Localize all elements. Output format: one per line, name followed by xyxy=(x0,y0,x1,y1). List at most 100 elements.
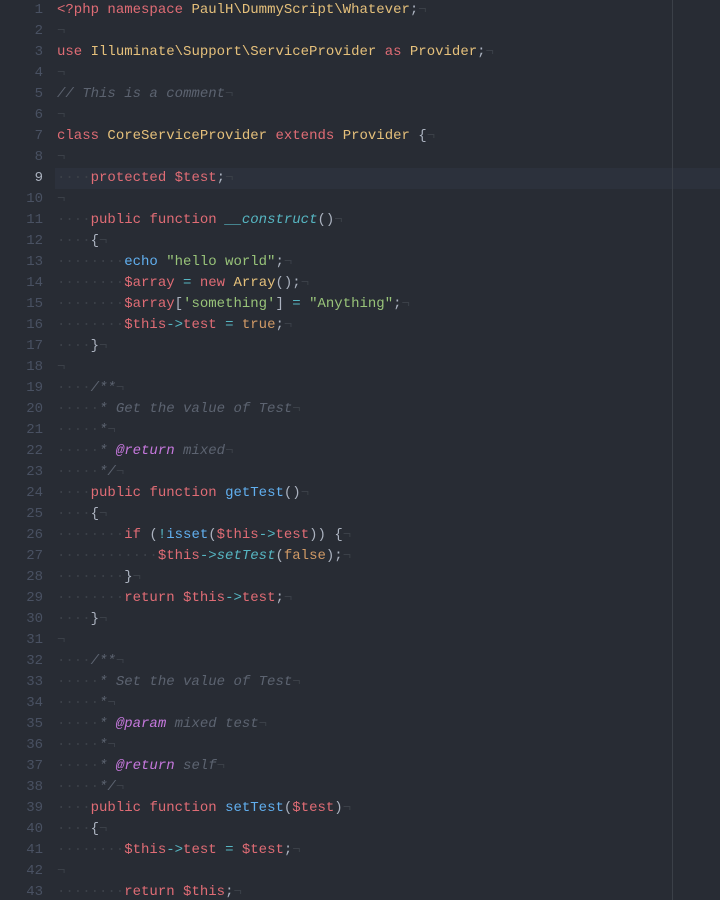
token-ws: ····· xyxy=(57,422,99,438)
code-line[interactable]: ····}¬ xyxy=(55,609,720,630)
code-line[interactable]: ¬ xyxy=(55,357,720,378)
code-line[interactable]: ·····* @return self¬ xyxy=(55,756,720,777)
token-kw2: <?php xyxy=(57,2,99,18)
token-ws: ········ xyxy=(57,317,124,333)
code-line[interactable]: ¬ xyxy=(55,861,720,882)
token-cls: CoreServiceProvider xyxy=(107,128,267,144)
code-line[interactable]: ¬ xyxy=(55,189,720,210)
code-line[interactable]: class CoreServiceProvider extends Provid… xyxy=(55,126,720,147)
code-line[interactable]: ····{¬ xyxy=(55,504,720,525)
code-area[interactable]: <?php namespace PaulH\DummyScript\Whatev… xyxy=(55,0,720,900)
code-editor[interactable]: 1234567891011121314151617181920212223242… xyxy=(0,0,720,900)
token-prop: test xyxy=(276,527,310,543)
token-doc: */ xyxy=(99,779,116,795)
line-number: 24 xyxy=(0,483,43,504)
code-line[interactable]: ····{¬ xyxy=(55,231,720,252)
token-op: -> xyxy=(225,590,242,606)
code-line[interactable]: ········if (!isset($this->test)) {¬ xyxy=(55,525,720,546)
token-ws: ¬ xyxy=(343,527,351,543)
token-punc: ) xyxy=(334,800,342,816)
code-line[interactable]: ····/**¬ xyxy=(55,378,720,399)
token-kw2: function xyxy=(149,212,216,228)
token-prop: test xyxy=(183,842,217,858)
token-ws: ¬ xyxy=(225,170,233,186)
token-cls: Provider xyxy=(410,44,477,60)
code-line[interactable]: ·····* @return mixed¬ xyxy=(55,441,720,462)
code-line[interactable]: ·····*/¬ xyxy=(55,462,720,483)
code-line[interactable]: ········$this->test = $test;¬ xyxy=(55,840,720,861)
token-ws: ····· xyxy=(57,758,99,774)
code-line[interactable]: ········return $this->test;¬ xyxy=(55,588,720,609)
token-punc xyxy=(217,212,225,228)
code-line[interactable]: ¬ xyxy=(55,21,720,42)
code-line[interactable]: ¬ xyxy=(55,630,720,651)
code-line[interactable]: ········}¬ xyxy=(55,567,720,588)
line-number: 14 xyxy=(0,273,43,294)
line-number: 13 xyxy=(0,252,43,273)
token-punc xyxy=(175,884,183,900)
token-punc xyxy=(233,842,241,858)
token-kw2: protected xyxy=(91,170,167,186)
line-number: 30 xyxy=(0,609,43,630)
code-line[interactable]: <?php namespace PaulH\DummyScript\Whatev… xyxy=(55,0,720,21)
token-punc: { xyxy=(91,506,99,522)
line-number: 39 xyxy=(0,798,43,819)
token-ws: ········ xyxy=(57,296,124,312)
code-line[interactable]: ····protected $test;¬ xyxy=(55,168,720,189)
code-line[interactable]: ¬ xyxy=(55,147,720,168)
code-line[interactable]: ·····*¬ xyxy=(55,420,720,441)
code-line[interactable]: ·····*¬ xyxy=(55,693,720,714)
line-number: 29 xyxy=(0,588,43,609)
code-line[interactable]: ····public function setTest($test)¬ xyxy=(55,798,720,819)
token-kw2: if xyxy=(124,527,141,543)
line-number: 26 xyxy=(0,525,43,546)
line-number: 27 xyxy=(0,546,43,567)
token-ws: ¬ xyxy=(292,842,300,858)
token-ws: ············ xyxy=(57,548,158,564)
code-line[interactable]: ········return $this;¬ xyxy=(55,882,720,900)
code-line[interactable]: ¬ xyxy=(55,63,720,84)
token-kw2: function xyxy=(149,485,216,501)
code-line[interactable]: ·····* Get the value of Test¬ xyxy=(55,399,720,420)
line-number: 7 xyxy=(0,126,43,147)
code-line[interactable]: ····{¬ xyxy=(55,819,720,840)
code-line[interactable]: ········$array = new Array();¬ xyxy=(55,273,720,294)
code-line[interactable]: ·····* Set the value of Test¬ xyxy=(55,672,720,693)
line-number: 3 xyxy=(0,42,43,63)
token-ws: ········ xyxy=(57,254,124,270)
token-doc: * xyxy=(99,443,116,459)
code-line[interactable]: ····/**¬ xyxy=(55,651,720,672)
code-line[interactable]: ·····*¬ xyxy=(55,735,720,756)
line-number: 41 xyxy=(0,840,43,861)
code-line[interactable]: // This is a comment¬ xyxy=(55,84,720,105)
line-number: 9 xyxy=(0,168,43,189)
line-number: 18 xyxy=(0,357,43,378)
code-line[interactable]: ············$this->setTest(false);¬ xyxy=(55,546,720,567)
code-line[interactable]: ········$this->test = true;¬ xyxy=(55,315,720,336)
code-line[interactable]: ····public function __construct()¬ xyxy=(55,210,720,231)
token-ws: ···· xyxy=(57,338,91,354)
code-line[interactable]: ¬ xyxy=(55,105,720,126)
token-ws: ¬ xyxy=(116,779,124,795)
token-punc xyxy=(334,128,342,144)
code-line[interactable]: ·····*/¬ xyxy=(55,777,720,798)
code-line[interactable]: ····public function getTest()¬ xyxy=(55,483,720,504)
token-fn: echo xyxy=(124,254,158,270)
token-ws: ········ xyxy=(57,590,124,606)
token-ws: ········ xyxy=(57,569,124,585)
token-ws: ¬ xyxy=(99,821,107,837)
line-number: 2 xyxy=(0,21,43,42)
line-number: 28 xyxy=(0,567,43,588)
token-ws: ····· xyxy=(57,674,99,690)
token-tag: @return xyxy=(116,443,175,459)
code-line[interactable]: ·····* @param mixed test¬ xyxy=(55,714,720,735)
code-line[interactable]: ········$array['something'] = "Anything"… xyxy=(55,294,720,315)
code-line[interactable]: ········echo "hello world";¬ xyxy=(55,252,720,273)
token-doc: * xyxy=(99,758,116,774)
code-line[interactable]: ····}¬ xyxy=(55,336,720,357)
token-punc: ( xyxy=(275,548,283,564)
token-ws: ¬ xyxy=(107,422,115,438)
token-ws: ¬ xyxy=(57,632,65,648)
code-line[interactable]: use Illuminate\Support\ServiceProvider a… xyxy=(55,42,720,63)
token-ws: ¬ xyxy=(57,107,65,123)
